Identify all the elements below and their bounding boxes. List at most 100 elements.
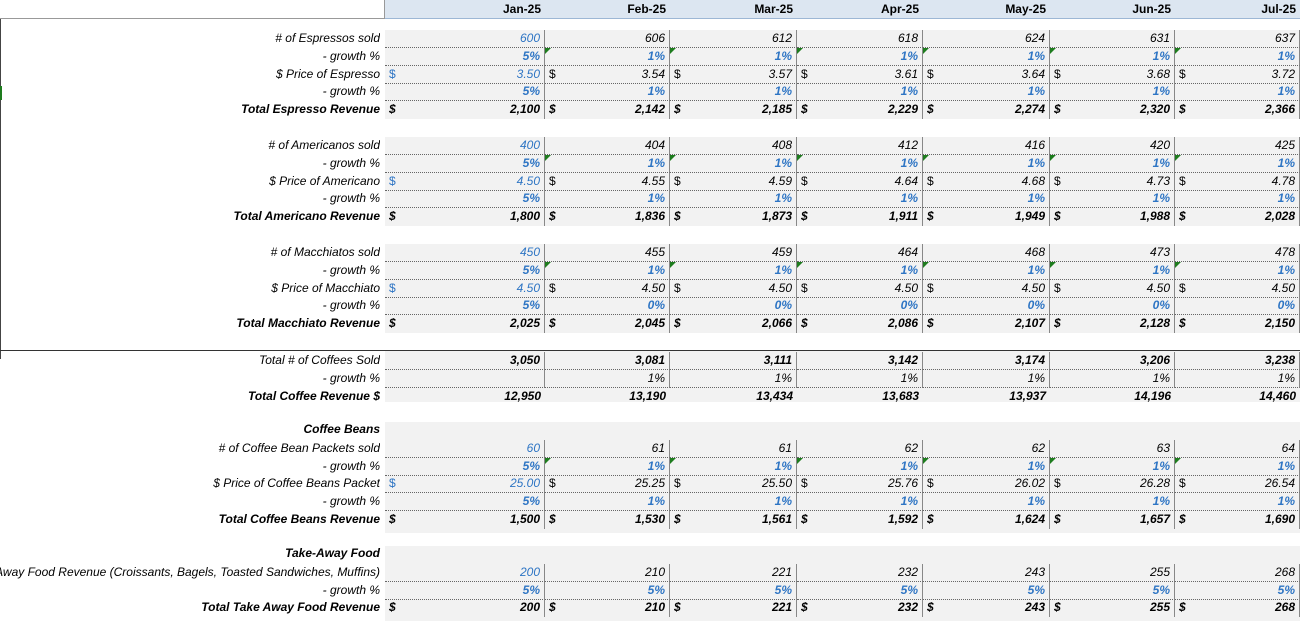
value-cell[interactable]: 1% [923, 190, 1050, 209]
value-cell[interactable]: 61 [670, 439, 797, 458]
value-cell[interactable]: 5% [385, 457, 545, 476]
value-cell[interactable]: 0% [545, 297, 670, 316]
value-cell[interactable]: 13,937 [923, 388, 1050, 406]
value-cell[interactable]: 12,950 [385, 388, 545, 406]
value-cell[interactable]: $4.78 [1175, 172, 1300, 191]
value-cell[interactable]: 64 [1175, 439, 1300, 458]
value-cell[interactable]: $4.50 [385, 279, 545, 298]
value-cell[interactable]: 1% [545, 261, 670, 280]
value-cell[interactable]: 1% [797, 493, 923, 512]
value-cell[interactable]: $232 [797, 599, 923, 618]
value-cell[interactable]: $243 [923, 599, 1050, 618]
value-cell[interactable]: 1% [797, 83, 923, 102]
value-cell[interactable]: $1,530 [545, 511, 670, 529]
value-cell[interactable]: 464 [797, 244, 923, 262]
value-cell[interactable]: $4.59 [670, 172, 797, 191]
value-cell[interactable]: $3.54 [545, 65, 670, 84]
value-cell[interactable]: $4.50 [1050, 279, 1175, 298]
value-cell[interactable]: 5% [385, 190, 545, 209]
value-cell[interactable]: $1,592 [797, 511, 923, 529]
value-cell[interactable]: 1% [797, 47, 923, 66]
value-cell[interactable]: $3.57 [670, 65, 797, 84]
value-cell[interactable]: 1% [923, 47, 1050, 66]
value-cell[interactable]: 3,206 [1050, 352, 1175, 370]
value-cell[interactable]: $4.50 [545, 279, 670, 298]
value-cell[interactable]: 1% [797, 154, 923, 173]
value-cell[interactable]: 1% [797, 457, 923, 476]
month-header[interactable]: May-25 [923, 0, 1050, 18]
value-cell[interactable]: 1% [1050, 47, 1175, 66]
value-cell[interactable]: 1% [1050, 261, 1175, 280]
month-header[interactable]: Feb-25 [545, 0, 670, 18]
value-cell[interactable]: $2,066 [670, 315, 797, 334]
value-cell[interactable]: 1% [545, 83, 670, 102]
value-cell[interactable]: 412 [797, 137, 923, 155]
value-cell[interactable]: $4.64 [797, 172, 923, 191]
value-cell[interactable]: 5% [545, 581, 670, 600]
value-cell[interactable]: $1,500 [385, 511, 545, 529]
value-cell[interactable]: 1% [1050, 190, 1175, 209]
month-header[interactable]: Apr-25 [797, 0, 923, 18]
value-cell[interactable]: 0% [923, 297, 1050, 316]
value-cell[interactable]: $4.55 [545, 172, 670, 191]
value-cell[interactable]: 631 [1050, 30, 1175, 48]
value-cell[interactable]: 5% [1050, 581, 1175, 600]
value-cell[interactable]: 1% [1175, 261, 1300, 280]
value-cell[interactable]: $2,185 [670, 101, 797, 120]
value-cell[interactable]: $210 [545, 599, 670, 618]
value-cell[interactable]: 425 [1175, 137, 1300, 155]
value-cell[interactable]: $4.73 [1050, 172, 1175, 191]
value-cell[interactable]: 450 [385, 244, 545, 262]
value-cell[interactable]: $4.50 [923, 279, 1050, 298]
value-cell[interactable]: $4.50 [670, 279, 797, 298]
value-cell[interactable]: 1% [670, 369, 797, 388]
value-cell[interactable]: 200 [385, 563, 545, 582]
value-cell[interactable]: 1% [923, 369, 1050, 388]
value-cell[interactable]: $255 [1050, 599, 1175, 618]
value-cell[interactable]: 3,081 [545, 352, 670, 370]
value-cell[interactable]: 5% [385, 83, 545, 102]
value-cell[interactable]: 1% [923, 261, 1050, 280]
value-cell[interactable]: $2,025 [385, 315, 545, 334]
value-cell[interactable]: 1% [1175, 83, 1300, 102]
value-cell[interactable]: 232 [797, 563, 923, 582]
value-cell[interactable]: 255 [1050, 563, 1175, 582]
value-cell[interactable]: 5% [797, 581, 923, 600]
month-header[interactable]: Jan-25 [385, 0, 545, 18]
value-cell[interactable]: 13,190 [545, 388, 670, 406]
value-cell[interactable]: $3.64 [923, 65, 1050, 84]
value-cell[interactable]: 1% [1050, 83, 1175, 102]
value-cell[interactable]: 268 [1175, 563, 1300, 582]
value-cell[interactable]: 1% [797, 369, 923, 388]
value-cell[interactable]: $2,028 [1175, 208, 1300, 227]
value-cell[interactable]: $25.76 [797, 475, 923, 494]
value-cell[interactable]: 612 [670, 30, 797, 48]
value-cell[interactable]: 5% [385, 297, 545, 316]
value-cell[interactable]: $221 [670, 599, 797, 618]
value-cell[interactable]: $2,142 [545, 101, 670, 120]
value-cell[interactable]: $25.00 [385, 475, 545, 494]
value-cell[interactable]: 600 [385, 30, 545, 48]
value-cell[interactable]: 13,434 [670, 388, 797, 406]
value-cell[interactable]: $2,320 [1050, 101, 1175, 120]
value-cell[interactable]: 14,196 [1050, 388, 1175, 406]
value-cell[interactable]: 1% [1175, 47, 1300, 66]
value-cell[interactable]: $3.50 [385, 65, 545, 84]
value-cell[interactable]: $26.54 [1175, 475, 1300, 494]
value-cell[interactable]: 1% [923, 83, 1050, 102]
value-cell[interactable]: 420 [1050, 137, 1175, 155]
value-cell[interactable]: 62 [923, 439, 1050, 458]
value-cell[interactable]: 3,050 [385, 352, 545, 370]
value-cell[interactable]: $2,229 [797, 101, 923, 120]
value-cell[interactable]: 243 [923, 563, 1050, 582]
value-cell[interactable]: 5% [385, 154, 545, 173]
value-cell[interactable]: 1% [545, 457, 670, 476]
value-cell[interactable]: 1% [797, 190, 923, 209]
value-cell[interactable]: 1% [1175, 457, 1300, 476]
value-cell[interactable]: $1,657 [1050, 511, 1175, 529]
value-cell[interactable]: 5% [385, 493, 545, 512]
value-cell[interactable]: 3,142 [797, 352, 923, 370]
value-cell[interactable]: 478 [1175, 244, 1300, 262]
value-cell[interactable]: $2,045 [545, 315, 670, 334]
value-cell[interactable] [385, 369, 545, 388]
